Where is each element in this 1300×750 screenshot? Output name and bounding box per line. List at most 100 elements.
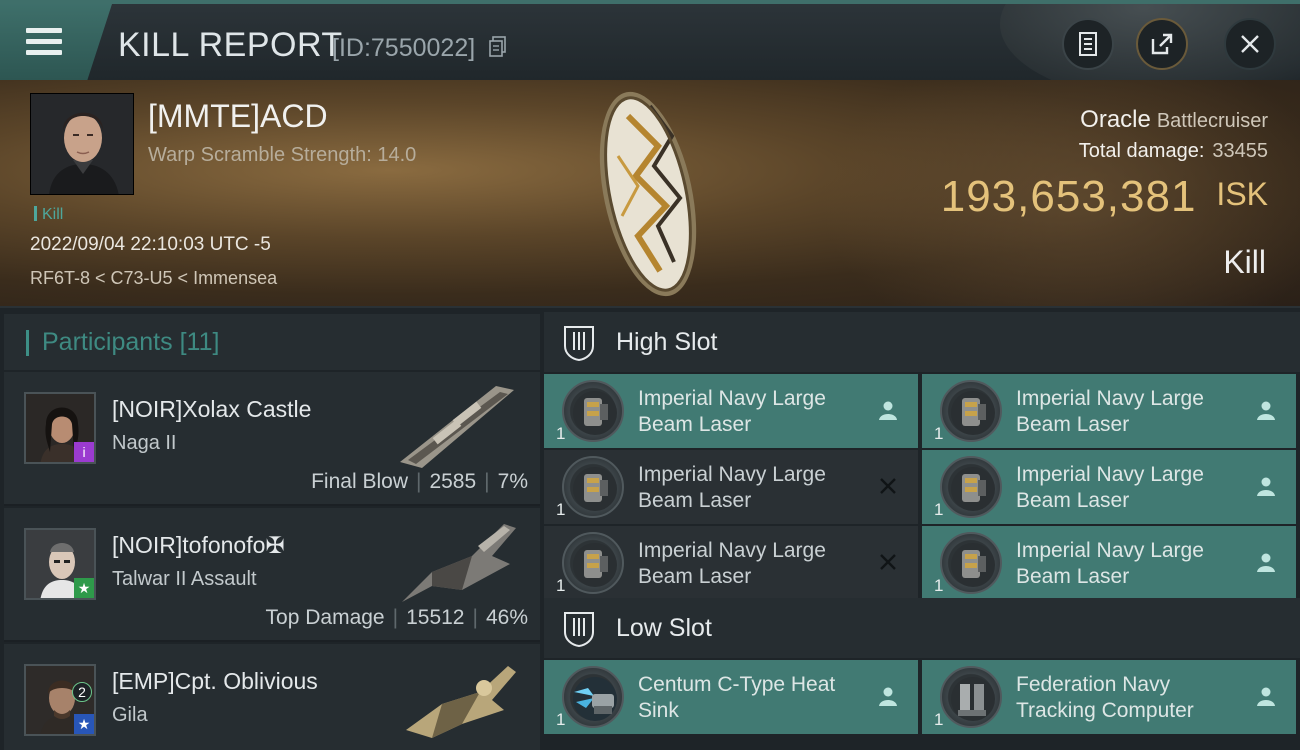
total-damage-value: 33455 <box>1212 140 1268 162</box>
participant-stats: Final Blow | 2585 | 7% <box>311 470 528 493</box>
fleet-number-badge: 2 <box>72 682 92 702</box>
copy-icon[interactable] <box>489 36 507 58</box>
fittings-panel: High Slot 1 Imperial Navy Large Beam Lase… <box>540 306 1300 750</box>
hamburger-menu-icon[interactable] <box>26 28 62 56</box>
participants-count: [11] <box>179 328 220 356</box>
victim-ship-image[interactable] <box>588 86 708 301</box>
high-slot-header: High Slot <box>544 312 1300 372</box>
participant-row[interactable]: 2 ★ [EMP]Cpt. Oblivious Gila <box>4 644 540 750</box>
kill-tag: Kill <box>34 206 63 224</box>
low-slot-icon <box>564 612 594 648</box>
victim-portrait-image <box>31 94 133 194</box>
module-quantity: 1 <box>556 710 566 729</box>
victim-ship-class: Battlecruiser <box>1156 110 1268 132</box>
module-name: Imperial Navy Large Beam Laser <box>1016 387 1204 436</box>
module-name: Imperial Navy Large Beam Laser <box>638 387 826 436</box>
fitting-module[interactable]: 1 Imperial Navy Large Beam Laser <box>922 526 1296 600</box>
module-icon <box>562 666 624 728</box>
avatar[interactable]: ★ <box>24 528 96 600</box>
high-slot-label: High Slot <box>616 328 718 356</box>
report-id: [ID:7550022] <box>332 34 476 62</box>
notes-button[interactable] <box>1062 18 1114 70</box>
module-name: Imperial Navy Large Beam Laser <box>638 539 826 588</box>
participant-stat-label: Final Blow <box>311 470 408 493</box>
module-icon <box>940 666 1002 728</box>
avatar[interactable]: 2 ★ <box>24 664 96 736</box>
corp-badge-icon: i <box>74 442 94 462</box>
close-button[interactable] <box>1224 18 1276 70</box>
participant-percent: 7% <box>497 470 528 493</box>
fitting-module[interactable]: 1 Imperial Navy Large Beam Laser <box>544 374 918 448</box>
victim-avatar[interactable] <box>30 93 134 195</box>
destroyed-x-icon <box>880 478 896 494</box>
participants-label: Participants <box>42 328 173 356</box>
kill-location[interactable]: RF6T-8 < C73-U5 < Immensea <box>30 268 277 289</box>
fitting-module[interactable]: 1 Imperial Navy Large Beam Laser <box>922 374 1296 448</box>
participants-panel: Participants [11] i [NOIR]Xolax Castle N… <box>0 306 540 750</box>
module-quantity: 1 <box>556 576 566 595</box>
fitting-module[interactable]: 1 Imperial Navy Large Beam Laser <box>544 526 918 600</box>
low-slot-label: Low Slot <box>616 614 712 642</box>
person-icon <box>1257 401 1275 420</box>
low-slot-header: Low Slot <box>544 598 1300 658</box>
participant-row[interactable]: i [NOIR]Xolax Castle Naga II Final Blow |… <box>4 372 540 506</box>
participant-damage: 2585 <box>429 470 477 493</box>
result-label: Kill <box>1223 244 1266 280</box>
module-name: Federation Navy Tracking Computer <box>1016 673 1194 722</box>
person-icon <box>1257 477 1275 496</box>
avatar[interactable]: i <box>24 392 96 464</box>
fitting-module[interactable]: 1 Centum C-Type Heat Sink <box>544 660 918 734</box>
module-quantity: 1 <box>934 576 944 595</box>
module-quantity: 1 <box>556 500 566 519</box>
participant-stat-label: Top Damage <box>265 606 385 629</box>
module-name: Centum C-Type Heat Sink <box>638 673 836 722</box>
module-icon <box>562 456 624 518</box>
module-quantity: 1 <box>934 710 944 729</box>
close-icon <box>1241 35 1259 53</box>
isk-value: 193,653,381 ISK <box>941 172 1268 222</box>
module-icon <box>940 532 1002 594</box>
isk-unit: ISK <box>1216 176 1268 212</box>
module-icon <box>940 456 1002 518</box>
fitting-module[interactable]: 1 Federation Navy Tracking Computer <box>922 660 1296 734</box>
participants-header: Participants [11] <box>4 314 540 370</box>
kill-timestamp: 2022/09/04 22:10:03 UTC -5 <box>30 234 271 255</box>
participant-ship-image <box>402 524 516 602</box>
person-icon <box>879 401 897 420</box>
total-damage-label: Total damage: <box>1078 140 1205 162</box>
victim-ship-name: Oracle <box>1080 106 1151 133</box>
participant-ship: Talwar II Assault <box>112 568 257 590</box>
person-icon <box>1257 553 1275 572</box>
participant-name[interactable]: [NOIR]tofonofo✠ <box>112 532 285 559</box>
warp-scramble-strength: Warp Scramble Strength: 14.0 <box>148 144 417 166</box>
fitting-module[interactable]: 1 Imperial Navy Large Beam Laser <box>544 450 918 524</box>
star-badge-icon: ★ <box>74 714 94 734</box>
participant-name[interactable]: [NOIR]Xolax Castle <box>112 396 311 423</box>
module-quantity: 1 <box>556 424 566 443</box>
share-button[interactable] <box>1136 18 1188 70</box>
isk-amount: 193,653,381 <box>940 172 1197 221</box>
victim-summary: [MMTE]ACD Warp Scramble Strength: 14.0 K… <box>0 80 1300 306</box>
high-slot-icon <box>564 326 594 362</box>
module-icon <box>562 532 624 594</box>
module-name: Imperial Navy Large Beam Laser <box>1016 463 1204 512</box>
star-badge-icon: ★ <box>74 578 94 598</box>
total-damage: Total damage: 33455 <box>1079 140 1268 163</box>
participant-name[interactable]: [EMP]Cpt. Oblivious <box>112 668 318 695</box>
participant-ship-image <box>400 386 514 468</box>
person-icon <box>879 687 897 706</box>
module-icon <box>562 380 624 442</box>
victim-ship[interactable]: Oracle Battlecruiser <box>1080 106 1268 134</box>
top-bar: KILL REPORT [ID:7550022] <box>0 0 1300 80</box>
participant-stats: Top Damage | 15512 | 46% <box>265 606 528 629</box>
participant-percent: 46% <box>485 606 528 629</box>
victim-name[interactable]: [MMTE]ACD <box>148 98 328 135</box>
participant-row[interactable]: ★ [NOIR]tofonofo✠ Talwar II Assault Top … <box>4 508 540 642</box>
share-icon <box>1151 33 1173 55</box>
fitting-module[interactable]: 1 Imperial Navy Large Beam Laser <box>922 450 1296 524</box>
participant-ship-image <box>406 666 516 738</box>
participant-ship: Naga II <box>112 432 177 454</box>
menu-button[interactable] <box>0 4 112 80</box>
person-icon <box>1257 687 1275 706</box>
module-quantity: 1 <box>934 500 944 519</box>
